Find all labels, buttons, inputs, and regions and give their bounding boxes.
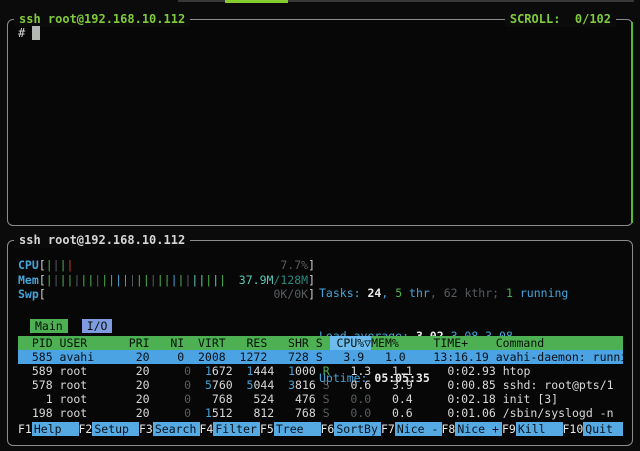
- terminal-cursor: [32, 26, 40, 40]
- fn-key-f6[interactable]: F6SortBy: [321, 422, 382, 436]
- scroll-indicator: SCROLL: 0/102: [505, 12, 616, 27]
- cpu-meter-value: 7.7%: [280, 258, 308, 273]
- swp-meter-value: 0K/0K: [273, 287, 308, 302]
- tab-main[interactable]: Main: [30, 319, 68, 333]
- cpu-meter-bars: ||||: [46, 258, 281, 273]
- htop-tabs: Main I/O: [30, 319, 112, 333]
- fn-bar: F1HelpF2SetupF3SearchF4FilterF5TreeF6Sor…: [18, 422, 623, 436]
- swp-meter-bars: [46, 287, 274, 302]
- fn-key-f2[interactable]: F2Setup: [79, 422, 140, 436]
- terminal-screen: ssh root@192.168.10.112 SCROLL: 0/102 # …: [0, 0, 640, 451]
- process-rows: 585 avahi 20 0 2008 1272 728 S 3.9 1.0 1…: [18, 350, 623, 420]
- cpu-meter: CPU[||||7.7%]: [18, 258, 315, 273]
- htop-view: CPU[||||7.7%] Mem[||||||||||||||||||||||…: [8, 241, 632, 445]
- cpu-meter-label: CPU: [18, 258, 39, 273]
- top-ssh-pane[interactable]: ssh root@192.168.10.112 SCROLL: 0/102 #: [7, 19, 633, 226]
- fn-key-f7[interactable]: F7Nice -: [381, 422, 442, 436]
- fn-key-f8[interactable]: F8Nice +: [442, 422, 503, 436]
- mem-used-value: 37.9M: [239, 273, 274, 288]
- htop-meters: CPU[||||7.7%] Mem[||||||||||||||||||||||…: [18, 258, 315, 302]
- process-row[interactable]: 578 root 20 0 5760 5044 3816 S 0.6 3.9 0…: [18, 378, 623, 392]
- tasks-line: Tasks: 24, 5 thr, 62 kthr; 1 running: [319, 286, 568, 301]
- fn-key-f5[interactable]: F5Tree: [260, 422, 321, 436]
- process-row[interactable]: 1 root 20 0 768 524 476 S 0.0 0.4 0:02.1…: [18, 392, 623, 406]
- process-row[interactable]: 589 root 20 0 1672 1444 1000 R 1.3 1.1 0…: [18, 364, 623, 378]
- fn-key-f4[interactable]: F4Filter: [200, 422, 261, 436]
- process-table-header[interactable]: PID USER PRI NI VIRT RES SHR S CPU%▽MEM%…: [18, 336, 623, 350]
- swp-meter-label: Swp: [18, 287, 39, 302]
- mem-total-value: 128M: [280, 273, 308, 288]
- fn-key-f3[interactable]: F3Search: [139, 422, 200, 436]
- tab-io[interactable]: I/O: [82, 319, 113, 333]
- process-table: PID USER PRI NI VIRT RES SHR S CPU%▽MEM%…: [18, 336, 623, 420]
- top-pane-title: ssh root@192.168.10.112: [14, 12, 190, 27]
- process-row[interactable]: 198 root 20 0 1512 812 768 S 0.0 0.6 0:0…: [18, 406, 623, 420]
- fn-key-f1[interactable]: F1Help: [18, 422, 79, 436]
- process-row[interactable]: 585 avahi 20 0 2008 1272 728 S 3.9 1.0 1…: [18, 350, 623, 364]
- fn-key-f9[interactable]: F9Kill: [502, 422, 563, 436]
- bottom-ssh-pane[interactable]: ssh root@192.168.10.112 CPU[||||7.7%] Me…: [7, 240, 633, 446]
- mem-meter-label: Mem: [18, 273, 39, 288]
- fn-key-f10[interactable]: F10Quit: [563, 422, 624, 436]
- mem-meter: Mem[||||||||||||||||||||||||||37.9M/128M…: [18, 273, 315, 288]
- mem-meter-bars: ||||||||||||||||||||||||||: [46, 273, 239, 288]
- swp-meter: Swp[0K/0K]: [18, 287, 315, 302]
- shell-prompt: #: [18, 26, 25, 40]
- video-progress-bar: [225, 0, 288, 3]
